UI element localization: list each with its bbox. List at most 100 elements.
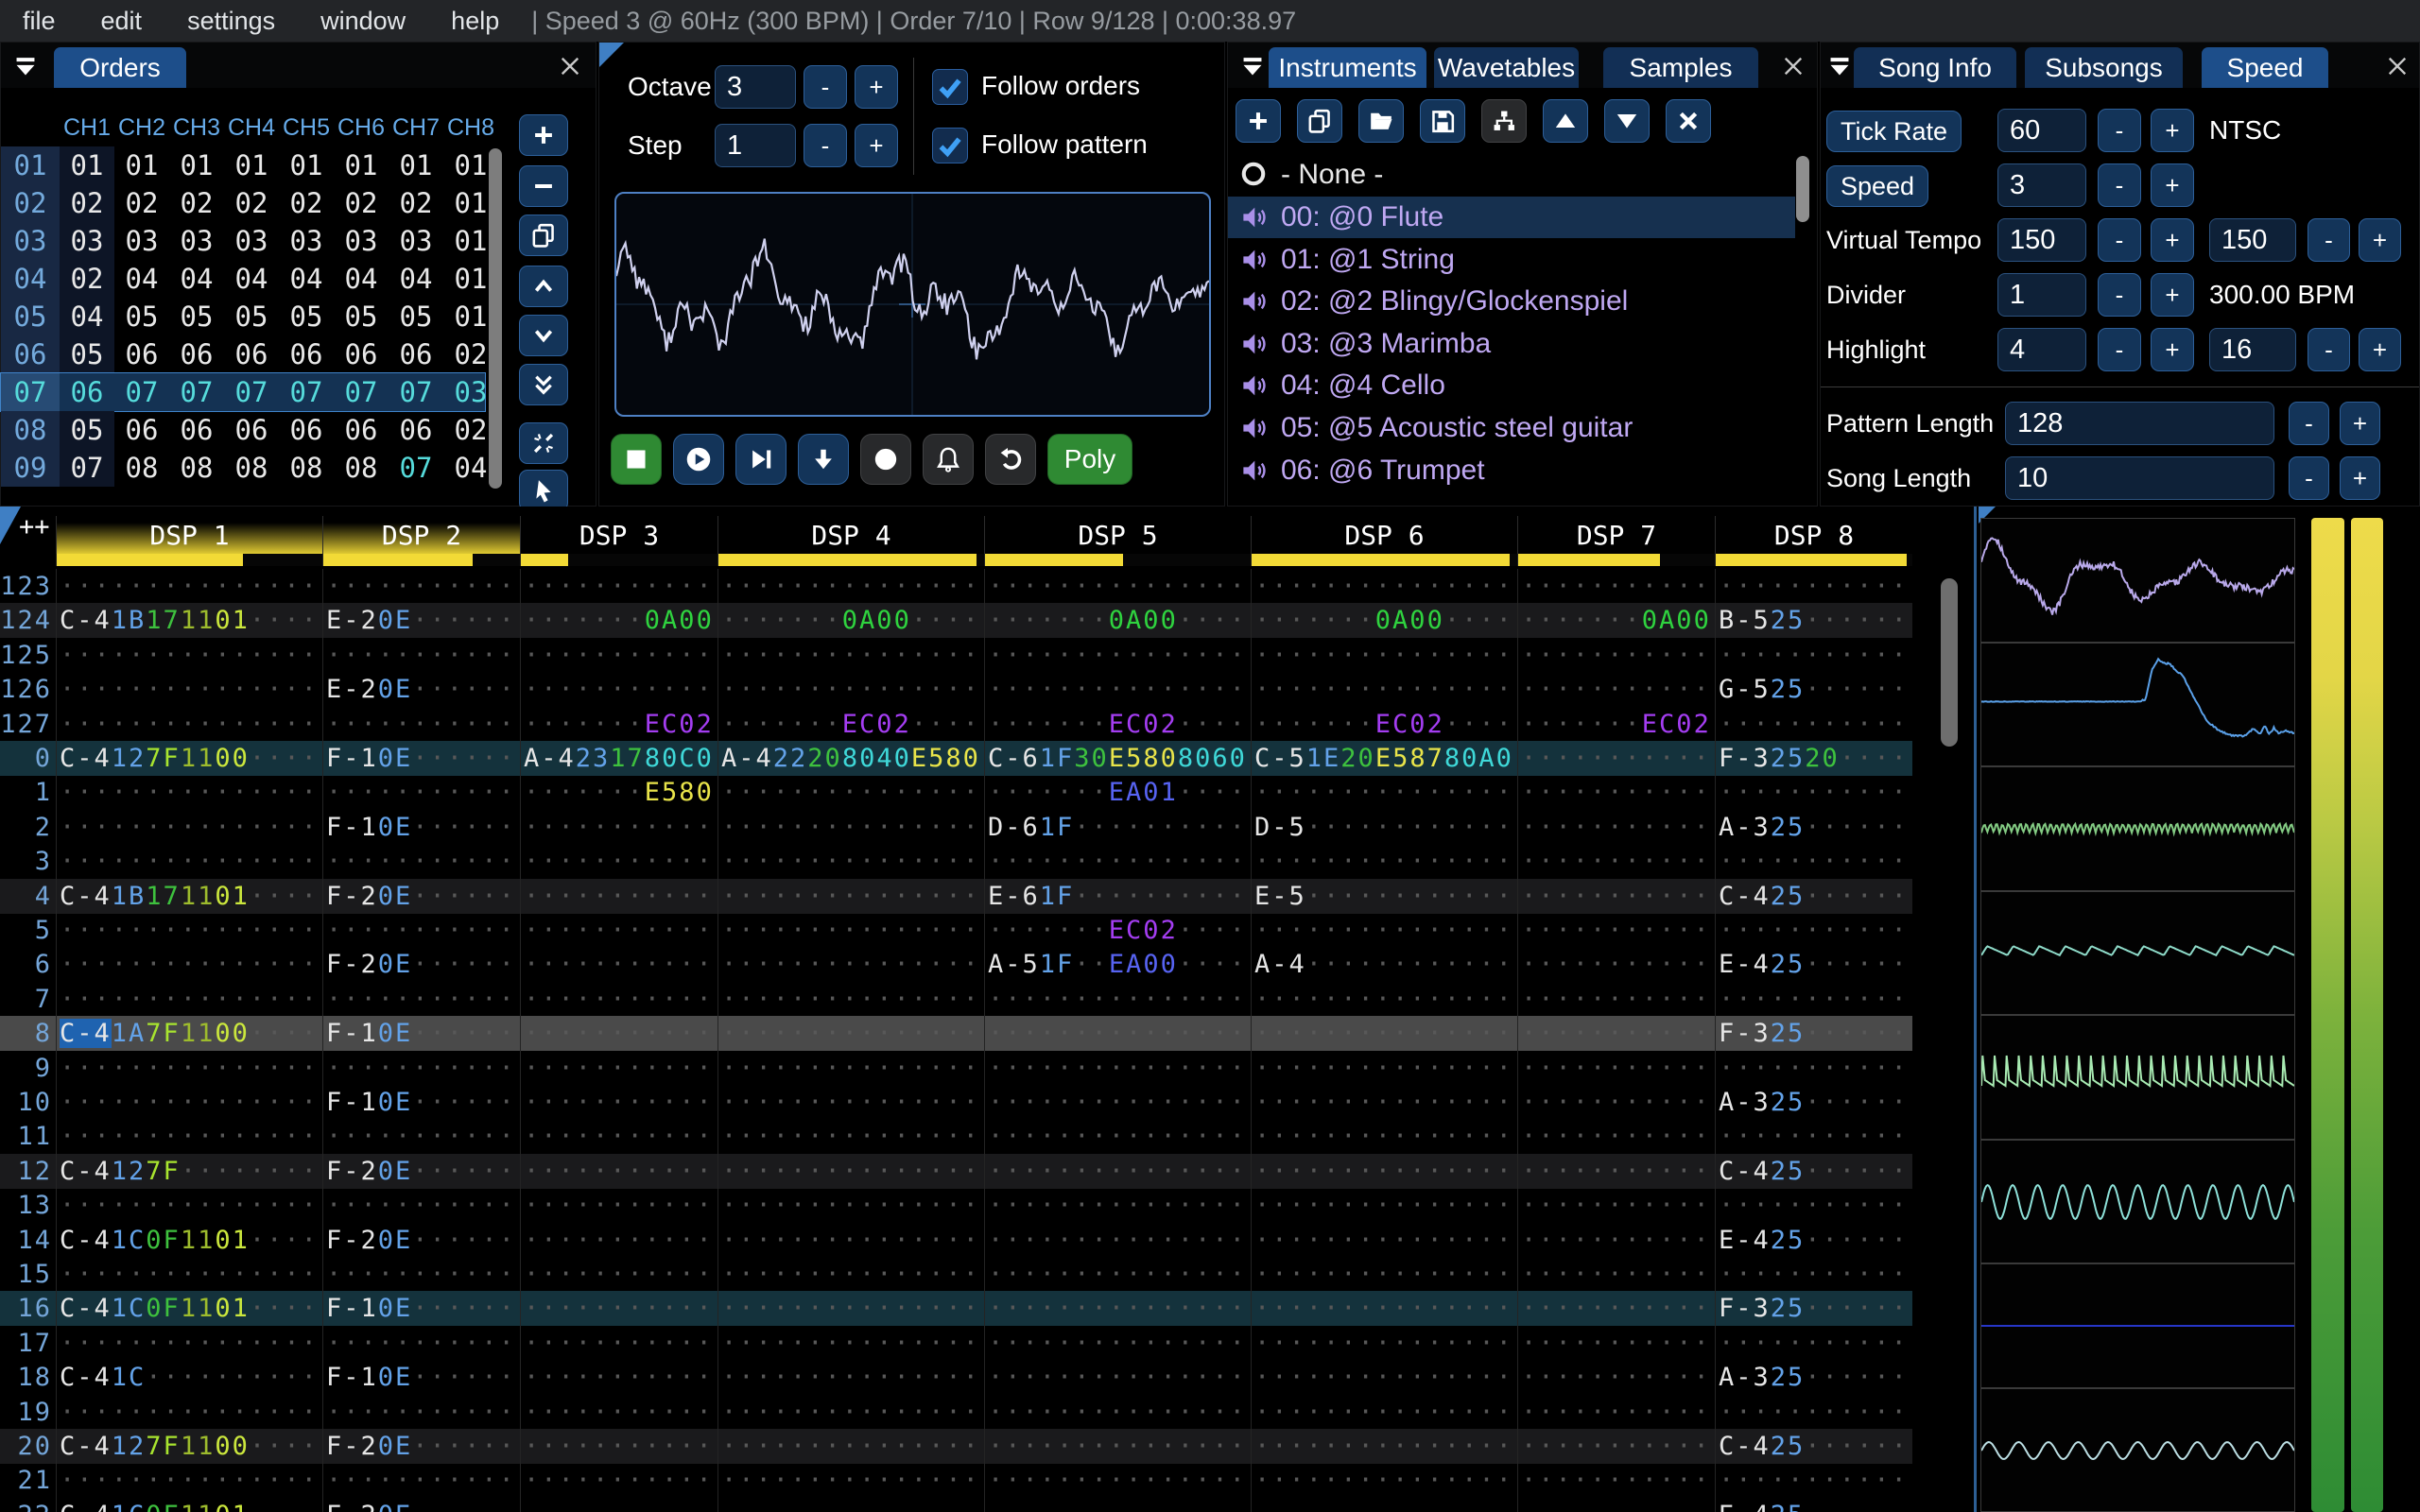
pattern-cell[interactable]: ···············: [1251, 1291, 1517, 1327]
pattern-cell[interactable]: ···············: [56, 809, 322, 845]
orders-deep-clone-button[interactable]: [519, 422, 568, 464]
pattern-cell[interactable]: ···········: [1517, 1429, 1715, 1464]
pattern-cell[interactable]: ···············: [717, 1463, 984, 1499]
pattern-cell[interactable]: ···············: [1251, 913, 1517, 948]
orders-row-09[interactable]: 09 07 08 08 08 08 08 07 04: [1, 449, 487, 487]
orders-row-number[interactable]: 08: [1, 411, 60, 449]
pattern-cell[interactable]: ···········: [520, 878, 717, 914]
instrument-item-05[interactable]: 05: @5 Acoustic steel guitar: [1228, 407, 1795, 449]
pattern-scrollbar[interactable]: [1941, 578, 1958, 747]
pattern-row-20[interactable]: 20 C-4127F1100···· F-20E······ ··········· ·…: [0, 1429, 1912, 1464]
pattern-cell[interactable]: ···········: [322, 981, 520, 1017]
order-cell[interactable]: 05: [224, 298, 279, 335]
pattern-cell[interactable]: ···············: [717, 1222, 984, 1258]
instrument-item-06[interactable]: 06: @6 Trumpet: [1228, 450, 1795, 491]
instrument-item-00[interactable]: 00: @0 Flute: [1228, 197, 1795, 238]
pattern-cell[interactable]: A-422208040E580: [717, 741, 984, 776]
pattern-cell[interactable]: E-425······: [1715, 947, 1912, 983]
pattern-row-124[interactable]: 124 C-41B171101···· E-20E······ ·······0A00…: [0, 603, 1912, 639]
pattern-row-3[interactable]: 3 ··············· ··········· ··········· ··…: [0, 844, 1912, 880]
follow-pattern-checkbox[interactable]: [932, 128, 968, 163]
order-cell[interactable]: 02: [60, 184, 114, 222]
pattern-length-plus-button[interactable]: +: [2340, 402, 2380, 445]
order-cell[interactable]: 02: [60, 260, 114, 298]
pattern-cell[interactable]: C-425······: [1715, 1153, 1912, 1189]
pattern-row-11[interactable]: 11 ··············· ··········· ··········· ·…: [0, 1119, 1912, 1155]
tick-rate-minus-button[interactable]: -: [2098, 109, 2141, 152]
pattern-cell[interactable]: ···············: [1251, 1325, 1517, 1361]
pattern-row-10[interactable]: 10 ··············· F-10E······ ··········· ·…: [0, 1085, 1912, 1120]
pattern-cell[interactable]: ···········: [1517, 1394, 1715, 1430]
pattern-cell[interactable]: ···············: [1251, 1360, 1517, 1396]
pattern-cell[interactable]: ·······EC02: [520, 706, 717, 742]
pattern-cell[interactable]: ···········: [322, 1463, 520, 1499]
pattern-row-16[interactable]: 16 C-41C0F1101···· F-10E······ ··········· ·…: [0, 1291, 1912, 1327]
pattern-cell[interactable]: ···············: [1251, 981, 1517, 1017]
pattern-cell[interactable]: ···········: [520, 1119, 717, 1155]
orders-row-04[interactable]: 04 02 04 04 04 04 04 04 01: [1, 260, 487, 298]
pattern-cell[interactable]: C-41C0F1101····: [56, 1497, 322, 1512]
pattern-cell[interactable]: ·······0A00····: [1251, 603, 1517, 639]
order-cell[interactable]: 03: [114, 222, 169, 260]
instrument-save-button[interactable]: [1420, 99, 1465, 143]
order-cell[interactable]: 06: [224, 411, 279, 449]
pattern-cell[interactable]: ·······EC02····: [984, 706, 1251, 742]
divider-plus-button[interactable]: +: [2151, 273, 2194, 317]
pattern-cell[interactable]: ···········: [322, 1325, 520, 1361]
pattern-cell[interactable]: C-4127F1100····: [56, 1429, 322, 1464]
instrument-item-04[interactable]: 04: @4 Cello: [1228, 365, 1795, 406]
pattern-cell[interactable]: E-20E······: [322, 672, 520, 708]
pattern-cell[interactable]: ···········: [520, 1016, 717, 1052]
pattern-cell[interactable]: F-10E······: [322, 1016, 520, 1052]
orders-row-08[interactable]: 08 05 06 06 06 06 06 06 02: [1, 411, 487, 449]
pattern-cell[interactable]: E-5············: [1251, 878, 1517, 914]
song-length-input[interactable]: 10: [2005, 456, 2274, 500]
pattern-cell[interactable]: ···············: [56, 1085, 322, 1120]
pattern-cell[interactable]: F-20E······: [322, 1429, 520, 1464]
menu-edit[interactable]: edit: [78, 7, 165, 36]
pattern-cell[interactable]: ···············: [56, 947, 322, 983]
virtual-tempo-den-minus-button[interactable]: -: [2308, 218, 2350, 262]
pattern-row-126[interactable]: 126 ··············· E-20E······ ···········…: [0, 672, 1912, 708]
pattern-cell[interactable]: ···············: [56, 1257, 322, 1292]
pattern-cell[interactable]: ···········: [520, 1360, 717, 1396]
pattern-cell[interactable]: ···············: [56, 913, 322, 948]
tab-song-info[interactable]: Song Info: [1854, 47, 2016, 88]
order-cell[interactable]: 06: [224, 335, 279, 373]
pattern-cell[interactable]: D-5············: [1251, 809, 1517, 845]
order-cell[interactable]: 06: [169, 335, 224, 373]
highlight-major-minus-button[interactable]: -: [2308, 328, 2350, 371]
orders-scrollbar[interactable]: [489, 148, 502, 489]
pattern-cell[interactable]: ···········: [1517, 1016, 1715, 1052]
pattern-cell[interactable]: A-325······: [1715, 1360, 1912, 1396]
channel-header-dsp-3[interactable]: DSP 3: [520, 516, 717, 554]
pattern-cell[interactable]: ···········: [1517, 741, 1715, 776]
pattern-cell[interactable]: E-20E······: [322, 603, 520, 639]
pattern-cell[interactable]: ·······EC02····: [717, 706, 984, 742]
order-cell[interactable]: 05: [279, 298, 334, 335]
pattern-length-input[interactable]: 128: [2005, 402, 2274, 445]
menu-window[interactable]: window: [298, 7, 428, 36]
order-cell[interactable]: 04: [169, 260, 224, 298]
pattern-cell[interactable]: ···············: [1251, 1016, 1517, 1052]
pattern-cell[interactable]: ·······E580: [520, 775, 717, 811]
orders-add-button[interactable]: [519, 114, 568, 156]
pattern-cell[interactable]: ···········: [520, 1188, 717, 1224]
pattern-cell[interactable]: ···········: [1715, 1394, 1912, 1430]
instrument-move-up-button[interactable]: [1543, 99, 1588, 143]
pattern-cell[interactable]: F-20E······: [322, 1497, 520, 1512]
order-cell[interactable]: 06: [60, 373, 114, 411]
pattern-cell[interactable]: G-525······: [1715, 672, 1912, 708]
pattern-cell[interactable]: ···········: [520, 1085, 717, 1120]
pattern-cell[interactable]: ···············: [56, 672, 322, 708]
pattern-cell[interactable]: ···········: [1517, 1222, 1715, 1258]
pattern-cell[interactable]: ···············: [717, 1119, 984, 1155]
speed-button[interactable]: Speed: [1826, 165, 1929, 207]
pattern-cell[interactable]: ···········: [322, 1188, 520, 1224]
pattern-cell[interactable]: ···············: [984, 1463, 1251, 1499]
pattern-cell[interactable]: ···············: [984, 1497, 1251, 1512]
pattern-cell[interactable]: ···············: [984, 1085, 1251, 1120]
tab-samples[interactable]: Samples: [1603, 47, 1758, 88]
window-corner-grip[interactable]: [599, 43, 624, 67]
highlight-major-plus-button[interactable]: +: [2359, 328, 2401, 371]
